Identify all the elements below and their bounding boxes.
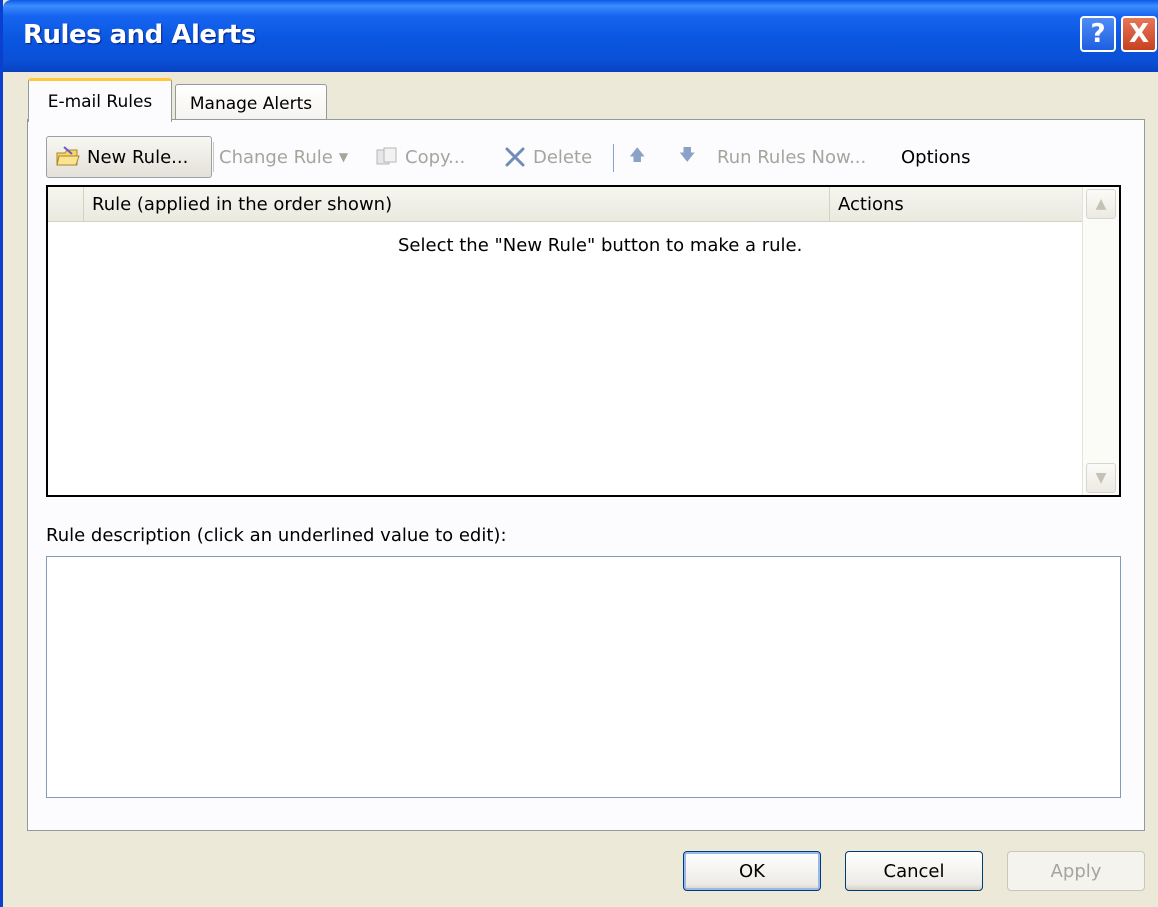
delete-label: Delete (533, 146, 593, 168)
rules-list[interactable]: Rule (applied in the order shown) Action… (46, 185, 1121, 497)
arrow-up-icon: 🡅 (629, 144, 646, 164)
chevron-down-icon: ▼ (1095, 470, 1107, 486)
close-button[interactable]: X (1121, 16, 1157, 52)
ok-label: OK (739, 860, 765, 882)
column-header-actions[interactable]: Actions (830, 187, 1085, 222)
toolbar-divider (613, 144, 614, 172)
empty-list-message: Select the "New Rule" button to make a r… (398, 235, 803, 256)
column-header-label: Rule (applied in the order shown) (92, 193, 393, 215)
ok-button[interactable]: OK (683, 851, 821, 891)
new-rule-label: New Rule... (87, 146, 189, 168)
scroll-down-button[interactable]: ▼ (1086, 463, 1116, 493)
move-down-button[interactable]: 🡇 (679, 136, 695, 178)
new-rule-button[interactable]: New Rule... (46, 136, 212, 178)
column-header-label: Actions (838, 193, 904, 215)
change-rule-button[interactable]: Change Rule ▼ (219, 136, 348, 178)
toolbar-divider (213, 142, 214, 172)
delete-button[interactable]: Delete (503, 136, 592, 178)
column-header-rule[interactable]: Rule (applied in the order shown) (84, 187, 830, 222)
window-title: Rules and Alerts (23, 20, 256, 50)
arrow-down-icon: 🡇 (679, 144, 696, 164)
copy-button[interactable]: Copy... (375, 136, 465, 178)
tab-manage-alerts[interactable]: Manage Alerts (175, 84, 327, 122)
run-rules-now-label: Run Rules Now... (717, 146, 867, 168)
rule-description-box[interactable] (46, 556, 1121, 798)
delete-icon (505, 147, 525, 167)
rules-and-alerts-dialog: Rules and Alerts ? X Manage Alerts E-mai… (0, 0, 1158, 907)
tab-label: E-mail Rules (47, 91, 153, 112)
close-icon: X (1128, 19, 1150, 49)
options-label: Options (901, 146, 971, 168)
chevron-up-icon: ▲ (1095, 196, 1107, 212)
copy-label: Copy... (405, 146, 466, 168)
copy-icon (376, 147, 397, 165)
column-header-checkbox[interactable] (48, 187, 84, 222)
apply-label: Apply (1050, 860, 1102, 882)
vertical-scrollbar[interactable]: ▲ ▼ (1082, 187, 1119, 495)
cancel-label: Cancel (883, 860, 945, 882)
tab-email-rules[interactable]: E-mail Rules (28, 78, 172, 122)
title-bar[interactable]: Rules and Alerts ? X (3, 0, 1158, 72)
apply-button[interactable]: Apply (1007, 851, 1145, 891)
new-rule-icon (56, 146, 80, 166)
options-button[interactable]: Options (901, 136, 970, 178)
tab-label: Manage Alerts (189, 93, 313, 114)
run-rules-now-button[interactable]: Run Rules Now... (717, 136, 866, 178)
cancel-button[interactable]: Cancel (845, 851, 983, 891)
scroll-up-button[interactable]: ▲ (1086, 189, 1116, 219)
help-icon: ? (1090, 19, 1106, 49)
rule-description-label: Rule description (click an underlined va… (46, 525, 507, 546)
move-up-button[interactable]: 🡅 (629, 136, 645, 178)
change-rule-label: Change Rule (219, 146, 333, 168)
help-button[interactable]: ? (1080, 16, 1116, 52)
chevron-down-icon: ▼ (338, 150, 349, 164)
